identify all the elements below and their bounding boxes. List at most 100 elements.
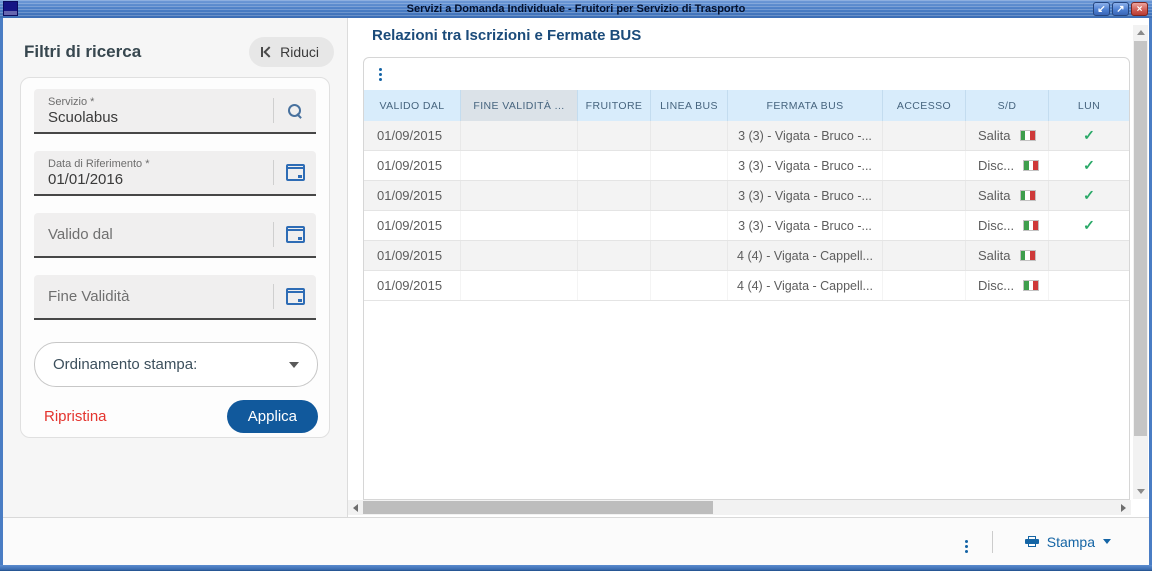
cell-valido-dal: 01/09/2015 bbox=[364, 211, 461, 240]
column-header-accesso[interactable]: ACCESSO bbox=[883, 90, 966, 121]
column-header-sd[interactable]: S/D bbox=[966, 90, 1049, 121]
column-header-linea-bus[interactable]: LINEA BUS bbox=[651, 90, 728, 121]
cell-linea-bus bbox=[651, 241, 728, 270]
cell-linea-bus bbox=[651, 121, 728, 150]
cell-sd: Disc... bbox=[966, 271, 1049, 300]
page-title: Relazioni tra Iscrizioni e Fermate BUS bbox=[372, 27, 642, 44]
ripristina-button[interactable]: Ripristina bbox=[34, 402, 117, 431]
cell-fine-validita bbox=[461, 241, 578, 270]
scroll-left-button[interactable] bbox=[348, 500, 363, 515]
data-riferimento-calendar-button[interactable] bbox=[274, 151, 316, 194]
ordinamento-stampa-label: Ordinamento stampa: bbox=[53, 356, 198, 373]
column-header-lun[interactable]: LUN bbox=[1049, 90, 1129, 121]
table-row[interactable]: 01/09/2015 4 (4) - Vigata - Cappell... Sal… bbox=[364, 241, 1129, 271]
scroll-up-button[interactable] bbox=[1133, 25, 1148, 40]
italy-flag-icon bbox=[1019, 250, 1036, 261]
cell-fermata-bus: 3 (3) - Vigata - Bruco -... bbox=[728, 121, 883, 150]
table-toolbar bbox=[364, 58, 1129, 90]
cell-accesso bbox=[883, 151, 966, 180]
collapse-panel-button[interactable]: Riduci bbox=[249, 37, 334, 67]
cell-fine-validita bbox=[461, 121, 578, 150]
cell-fine-validita bbox=[461, 211, 578, 240]
sd-value: Salita bbox=[978, 188, 1011, 203]
more-actions-icon[interactable] bbox=[964, 540, 968, 543]
cell-fruitore bbox=[578, 121, 651, 150]
scroll-down-button[interactable] bbox=[1133, 484, 1148, 499]
sd-value: Disc... bbox=[978, 278, 1015, 293]
horizontal-scrollbar[interactable] bbox=[348, 500, 1131, 515]
column-header-valido-dal[interactable]: VALIDO DAL bbox=[364, 90, 461, 121]
bottom-action-bar: Stampa bbox=[3, 517, 1149, 565]
check-icon: ✓ bbox=[1083, 217, 1095, 233]
data-riferimento-value: 01/01/2016 bbox=[48, 170, 124, 188]
sd-value: Salita bbox=[978, 128, 1011, 143]
cell-fruitore bbox=[578, 181, 651, 210]
triangle-up-icon bbox=[1136, 30, 1145, 35]
window-controls: ↙ ↗ × bbox=[1093, 2, 1148, 16]
cell-accesso bbox=[883, 211, 966, 240]
italy-flag-icon bbox=[1023, 160, 1040, 171]
cell-linea-bus bbox=[651, 151, 728, 180]
cell-accesso bbox=[883, 181, 966, 210]
close-button[interactable]: × bbox=[1131, 2, 1148, 16]
table-row[interactable]: 01/09/2015 3 (3) - Vigata - Bruco -... Sal… bbox=[364, 181, 1129, 211]
column-header-fermata-bus[interactable]: FERMATA BUS bbox=[728, 90, 883, 121]
app-window: Servizi a Domanda Individuale - Fruitori… bbox=[0, 0, 1152, 571]
table-row[interactable]: 01/09/2015 3 (3) - Vigata - Bruco -... Dis… bbox=[364, 151, 1129, 181]
sd-value: Disc... bbox=[978, 218, 1015, 233]
chevron-down-icon[interactable] bbox=[1103, 539, 1111, 544]
cell-valido-dal: 01/09/2015 bbox=[364, 181, 461, 210]
cell-lun: ✓ bbox=[1049, 211, 1129, 240]
table-row[interactable]: 01/09/2015 4 (4) - Vigata - Cappell... Dis… bbox=[364, 271, 1129, 301]
servizio-value: Scuolabus bbox=[48, 108, 119, 126]
table-row[interactable]: 01/09/2015 3 (3) - Vigata - Bruco -... Dis… bbox=[364, 211, 1129, 241]
cell-accesso bbox=[883, 271, 966, 300]
vertical-scrollbar-thumb[interactable] bbox=[1134, 41, 1147, 436]
results-panel: Relazioni tra Iscrizioni e Fermate BUS V… bbox=[349, 18, 1133, 517]
italy-flag-icon bbox=[1023, 280, 1040, 291]
cell-fermata-bus: 3 (3) - Vigata - Bruco -... bbox=[728, 181, 883, 210]
cell-fermata-bus: 4 (4) - Vigata - Cappell... bbox=[728, 241, 883, 270]
applica-button[interactable]: Applica bbox=[226, 400, 318, 433]
servizio-search-button[interactable] bbox=[274, 89, 316, 132]
triangle-right-icon bbox=[1121, 503, 1126, 512]
printer-icon bbox=[1024, 535, 1039, 548]
cell-lun bbox=[1049, 271, 1129, 300]
servizio-label: Servizio * bbox=[48, 95, 95, 108]
data-riferimento-field[interactable]: Data di Riferimento * 01/01/2016 bbox=[34, 151, 316, 196]
maximize-button[interactable]: ↗ bbox=[1112, 2, 1129, 16]
valido-dal-field[interactable]: Valido dal bbox=[34, 213, 316, 258]
cell-fruitore bbox=[578, 151, 651, 180]
restore-down-button[interactable]: ↙ bbox=[1093, 2, 1110, 16]
cell-fermata-bus: 4 (4) - Vigata - Cappell... bbox=[728, 271, 883, 300]
collapse-button-label: Riduci bbox=[280, 44, 319, 60]
chevron-down-icon bbox=[289, 361, 299, 368]
data-riferimento-label: Data di Riferimento * bbox=[48, 157, 150, 170]
servizio-field[interactable]: Servizio * Scuolabus bbox=[34, 89, 316, 134]
filters-card: Servizio * Scuolabus Data di Riferimento… bbox=[20, 77, 330, 438]
table-menu-icon[interactable] bbox=[379, 67, 382, 71]
stampa-button[interactable]: Stampa bbox=[1017, 528, 1119, 556]
divider bbox=[991, 530, 993, 553]
triangle-down-icon bbox=[1136, 489, 1145, 494]
horizontal-scrollbar-thumb[interactable] bbox=[363, 501, 713, 514]
cell-accesso bbox=[883, 241, 966, 270]
column-header-fine-validita[interactable]: FINE VALIDITÀ ... bbox=[461, 90, 578, 121]
table-card: VALIDO DAL FINE VALIDITÀ ... FRUITORE LINEA… bbox=[363, 57, 1130, 500]
fine-validita-calendar-button[interactable] bbox=[274, 275, 316, 318]
ordinamento-stampa-dropdown[interactable]: Ordinamento stampa: bbox=[34, 342, 318, 387]
table-row[interactable]: 01/09/2015 3 (3) - Vigata - Bruco -... Sal… bbox=[364, 121, 1129, 151]
sd-value: Disc... bbox=[978, 158, 1015, 173]
titlebar: Servizi a Domanda Individuale - Fruitori… bbox=[0, 0, 1152, 18]
column-header-fruitore[interactable]: FRUITORE bbox=[578, 90, 651, 121]
collapse-left-icon bbox=[261, 46, 275, 58]
valido-dal-placeholder: Valido dal bbox=[48, 226, 113, 243]
table-body: 01/09/2015 3 (3) - Vigata - Bruco -... Sal… bbox=[364, 121, 1129, 301]
cell-valido-dal: 01/09/2015 bbox=[364, 151, 461, 180]
fine-validita-field[interactable]: Fine Validità bbox=[34, 275, 316, 320]
cell-fermata-bus: 3 (3) - Vigata - Bruco -... bbox=[728, 211, 883, 240]
scroll-right-button[interactable] bbox=[1116, 500, 1131, 515]
cell-sd: Salita bbox=[966, 181, 1049, 210]
cell-fruitore bbox=[578, 241, 651, 270]
valido-dal-calendar-button[interactable] bbox=[274, 213, 316, 256]
